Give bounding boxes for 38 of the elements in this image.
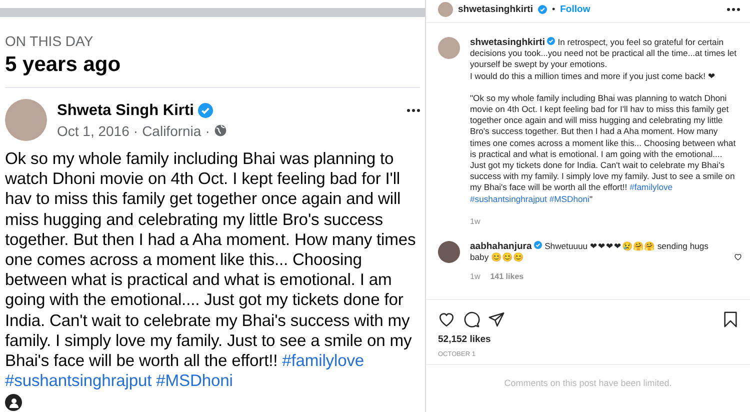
post-date[interactable]: Oct 1, 2016 <box>57 122 130 138</box>
hashtag-link[interactable]: #sushantsinghrajput <box>470 194 547 204</box>
comment-text: aabhahanjura Shwetuuuu ❤❤❤❤😢🤗🤗 sending hugs baby 😊😊😊 <box>470 241 710 264</box>
memory-heading: 5 years ago <box>5 53 122 77</box>
hashtag-link[interactable]: #sushantsinghrajput <box>5 371 152 390</box>
caption-text: I would do this a million times and more if you just come back! ❤ <box>470 70 717 82</box>
hashtag-link[interactable]: #familylove <box>630 182 673 192</box>
comments-limited-notice: Comments on this post have been limited. <box>426 364 750 388</box>
post-text: Ok so my whole family including Bhai was planning to watch Dhoni movie on 4th Oct. I kept feeling bad for I'll hav to miss this family get together once again and will miss hugging and celebrating my little Bro's success together. But then I had a Aha moment. How many times one comes across a moment like this... Choosing between what is practical and what is emotional. I am going with the emotional.... Just got my tickets done for India. Can't wait to celebrate my Bhai's success with my family. I simply love my family. Just to see a smile on my Bhai's face will be worth all the effort!! #familylove #sushantsinghrajput #MSDhoni <box>5 149 417 392</box>
paper-plane-icon[interactable] <box>488 310 505 328</box>
author-name[interactable]: Shweta Singh Kirti <box>57 102 194 120</box>
avatar-photo-placeholder[interactable] <box>438 241 460 264</box>
bookmark-icon[interactable] <box>723 310 738 328</box>
caption-text: "Ok so my whole family including Bhai was planning to watch Dhoni movie on 4th Oct. I kept feeling bad for I'll hav to miss this family get together once again and will miss hugging and celebrating my little Bro's success together. But then I had a Aha moment. How many times one comes across a moment like this... Choosing between what is practical and what is emotional. I am going with the emotional.... Just got my tickets done for India. Can't wait to celebrate my Bhai's success with my family. I simply love my family. Just to see a smile on my Bhai's face will be worth all the effort!! #familylove #sushantsinghrajput #MSDhoni" <box>470 92 737 205</box>
post-time: 1w <box>470 216 482 228</box>
section-label: ON THIS DAY <box>5 33 94 49</box>
more-options-icon[interactable] <box>407 109 420 112</box>
hashtag-link[interactable]: #MSDhoni <box>549 194 590 204</box>
follow-link[interactable]: Follow <box>560 4 590 14</box>
user-silhouette-icon[interactable] <box>5 394 22 411</box>
username[interactable]: aabhahanjura <box>470 241 532 252</box>
comment-time: 1w <box>470 271 480 283</box>
hashtag-link[interactable]: #familylove <box>282 351 364 370</box>
post-location: California <box>142 122 202 138</box>
separator: · <box>133 122 138 138</box>
heart-icon[interactable] <box>734 253 742 262</box>
likes-count[interactable]: 52,152 likes <box>426 328 750 345</box>
username[interactable]: shwetasinghkirti <box>470 37 545 48</box>
hashtag-link[interactable]: #MSDhoni <box>156 371 233 390</box>
more-options-icon[interactable] <box>727 8 740 10</box>
speech-bubble-icon[interactable] <box>463 310 480 328</box>
separator: · <box>205 122 210 138</box>
caption-text: shwetasinghkirti In retrospect, you feel so grateful for certain decisions you took...you need not be practical all the time...at times let yourself be swept by your emotions. <box>470 37 738 71</box>
separator: • <box>552 4 556 14</box>
heart-icon[interactable] <box>438 310 455 328</box>
globe-icon <box>214 124 227 137</box>
comment-likes[interactable]: 141 likes <box>490 271 524 283</box>
username[interactable]: shwetasinghkirti <box>458 4 533 14</box>
